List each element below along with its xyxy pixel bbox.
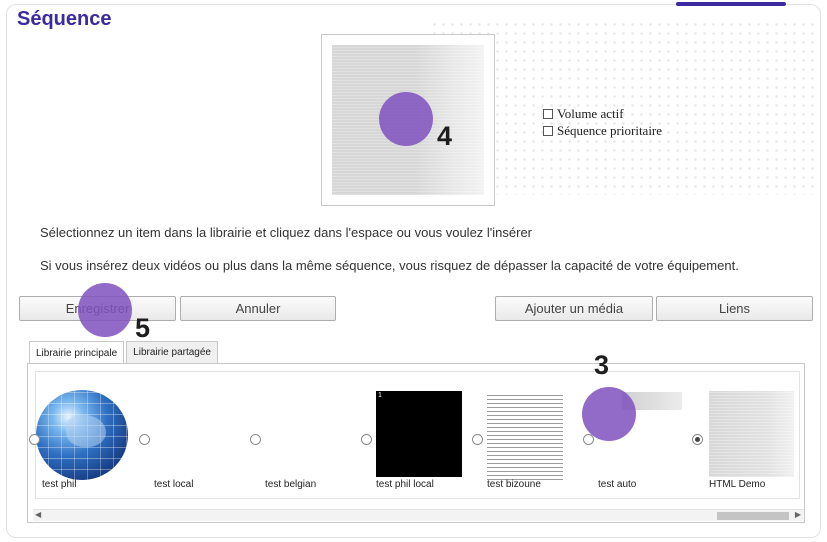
step-marker-3 (582, 387, 636, 441)
text-document-thumbnail[interactable] (487, 392, 563, 482)
library-item-label: test phil local (376, 479, 434, 490)
step-marker-5 (78, 283, 132, 337)
step-number-3: 3 (594, 350, 610, 380)
priority-label: Séquence prioritaire (557, 122, 663, 138)
links-button[interactable]: Liens (656, 296, 813, 321)
library-item-label: test belgian (265, 479, 317, 490)
tab-main-library[interactable]: Librairie principale (29, 341, 125, 364)
html-demo-thumbnail[interactable] (709, 391, 794, 477)
item-radio[interactable] (29, 434, 40, 445)
library-item-label: test phil (42, 479, 77, 490)
info-warning: Si vous insérez deux vidéos ou plus dans… (40, 258, 739, 273)
scroll-right-icon[interactable]: ▶ (795, 510, 801, 519)
item-radio[interactable] (361, 434, 372, 445)
scrollbar-thumb[interactable] (717, 512, 789, 520)
library-tabs: Librairie principale Librairie partagée (29, 341, 220, 364)
library-scrollbar[interactable]: ◀ ▶ (33, 509, 804, 521)
priority-checkbox[interactable] (543, 125, 553, 136)
cancel-button[interactable]: Annuler (180, 296, 336, 321)
scroll-left-icon[interactable]: ◀ (35, 510, 41, 519)
priority-option[interactable]: Séquence prioritaire (543, 122, 662, 139)
library-item-label: test local (154, 479, 194, 490)
item-radio[interactable] (472, 434, 483, 445)
step-number-4: 4 (437, 121, 453, 151)
step-marker-4 (379, 92, 433, 146)
info-instruction: Sélectionnez un item dans la librairie e… (40, 225, 533, 240)
add-media-button[interactable]: Ajouter un média (495, 296, 653, 321)
volume-option[interactable]: Volume actif (543, 105, 662, 122)
item-radio[interactable] (139, 434, 150, 445)
globe-thumbnail[interactable] (36, 390, 128, 480)
step-number-5: 5 (135, 313, 151, 343)
library-item-label: HTML Demo (709, 479, 766, 490)
volume-label: Volume actif (557, 105, 624, 121)
item-radio[interactable] (250, 434, 261, 445)
volume-checkbox[interactable] (543, 108, 553, 119)
top-accent-bar (676, 2, 786, 6)
library-item-label: test auto (598, 479, 637, 490)
black-video-thumbnail[interactable]: 1 (376, 391, 462, 477)
item-radio-selected[interactable] (692, 434, 703, 445)
library-item-label: test bizoune (487, 479, 541, 490)
tab-shared-library[interactable]: Librairie partagée (126, 341, 218, 363)
sequence-options: Volume actif Séquence prioritaire (543, 105, 662, 139)
page-title: Séquence (17, 8, 112, 30)
